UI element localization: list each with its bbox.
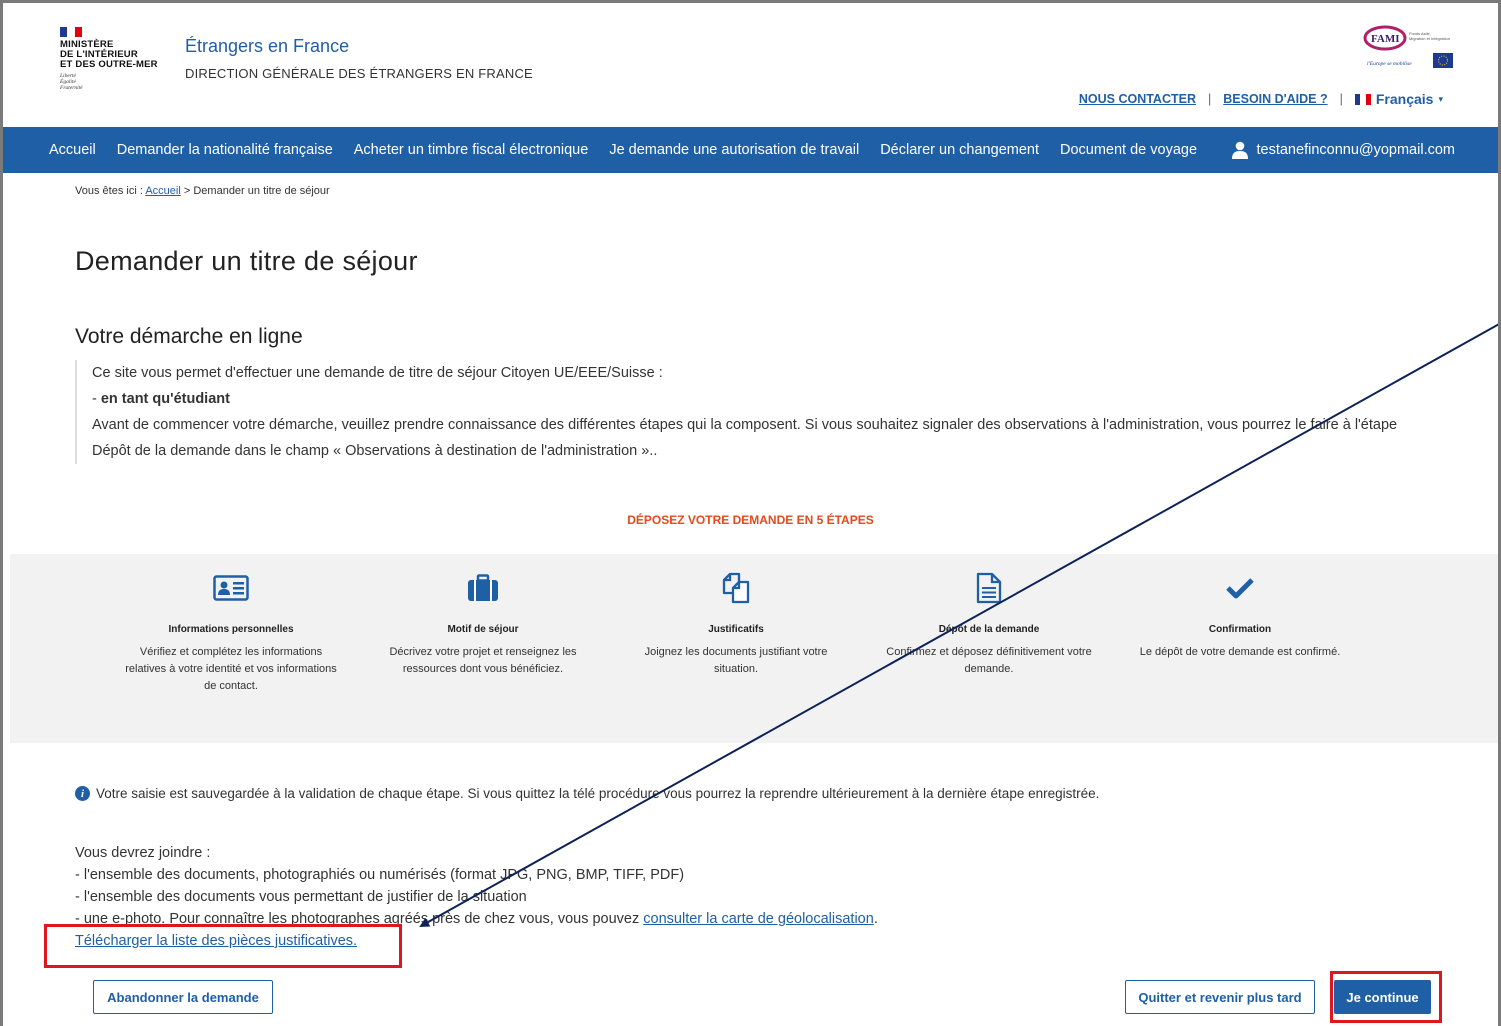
nav-item-work-permit[interactable]: Je demande une autorisation de travail bbox=[599, 142, 870, 158]
ministry-name: MINISTÈRE DE L'INTÉRIEUR ET DES OUTRE-ME… bbox=[60, 39, 158, 70]
docs-item: - l'ensemble des documents, photographié… bbox=[75, 867, 685, 883]
intro-text: Ce site vous permet d'effectuer une dema… bbox=[75, 360, 1435, 464]
highlight-box-continue-button bbox=[1330, 971, 1442, 1023]
section-title: Votre démarche en ligne bbox=[75, 325, 303, 348]
intro-profile: - en tant qu'étudiant bbox=[92, 391, 230, 407]
highlight-box-download-link bbox=[44, 924, 402, 968]
site-subtitle: DIRECTION GÉNÉRALE DES ÉTRANGERS EN FRAN… bbox=[185, 66, 533, 81]
user-email: testanefinconnu@yopmail.com bbox=[1256, 142, 1456, 158]
svg-text:Migration et Intégration: Migration et Intégration bbox=[1409, 36, 1450, 41]
step-stay-reason: Motif de séjour Décrivez votre projet et… bbox=[373, 572, 593, 678]
svg-text:l'Europe se mobilise: l'Europe se mobilise bbox=[1367, 61, 1412, 67]
main-nav: Accueil Demander la nationalité français… bbox=[0, 127, 1501, 173]
svg-text:FAMI: FAMI bbox=[1371, 33, 1400, 45]
fami-logo: FAMI Fonds Asile, Migration et Intégrati… bbox=[1363, 24, 1455, 76]
breadcrumb: Vous êtes ici : Accueil > Demander un ti… bbox=[75, 185, 330, 197]
intro-line: Ce site vous permet d'effectuer une dema… bbox=[92, 365, 663, 381]
docs-intro: Vous devrez joindre : bbox=[75, 845, 211, 861]
steps-heading: DÉPOSEZ VOTRE DEMANDE EN 5 ÉTAPES bbox=[627, 513, 874, 527]
french-flag-icon bbox=[1354, 93, 1371, 105]
user-account-menu[interactable]: testanefinconnu@yopmail.com bbox=[1231, 141, 1456, 159]
republic-motto: Liberté Égalité Fraternité bbox=[60, 73, 83, 91]
id-card-icon bbox=[121, 572, 341, 604]
quit-later-button[interactable]: Quitter et revenir plus tard bbox=[1125, 980, 1315, 1014]
user-icon bbox=[1231, 141, 1248, 159]
step-confirmation: Confirmation Le dépôt de votre demande e… bbox=[1130, 572, 1350, 661]
nav-item-travel-document[interactable]: Document de voyage bbox=[1050, 142, 1208, 158]
intro-line: Avant de commencer votre démarche, veuil… bbox=[92, 417, 1398, 459]
breadcrumb-home-link[interactable]: Accueil bbox=[145, 185, 180, 197]
info-text: Votre saisie est sauvegardée à la valida… bbox=[96, 786, 1100, 801]
nav-item-nationality[interactable]: Demander la nationalité française bbox=[106, 142, 343, 158]
suitcase-icon bbox=[373, 572, 593, 604]
help-link[interactable]: BESOIN D'AIDE ? bbox=[1223, 92, 1327, 106]
nav-item-home[interactable]: Accueil bbox=[0, 142, 106, 158]
step-personal-info: Informations personnelles Vérifiez et co… bbox=[121, 572, 341, 695]
info-notice: i Votre saisie est sauvegardée à la vali… bbox=[75, 786, 1099, 801]
breadcrumb-separator: > bbox=[183, 185, 191, 197]
contact-link[interactable]: NOUS CONTACTER bbox=[1079, 92, 1196, 106]
copy-files-icon bbox=[626, 572, 846, 604]
language-label: Français bbox=[1375, 91, 1434, 107]
docs-item: - l'ensemble des documents vous permetta… bbox=[75, 889, 527, 905]
caret-down-icon: ▾ bbox=[1438, 93, 1443, 104]
site-header: MINISTÈRE DE L'INTÉRIEUR ET DES OUTRE-ME… bbox=[0, 0, 1501, 127]
separator: | bbox=[1208, 92, 1212, 106]
breadcrumb-prefix: Vous êtes ici : bbox=[75, 185, 143, 197]
top-links: NOUS CONTACTER | BESOIN D'AIDE ? | Franç… bbox=[1079, 91, 1443, 107]
checkmark-icon bbox=[1130, 572, 1350, 604]
step-submission: Dépôt de la demande Confirmez et déposez… bbox=[879, 572, 1099, 678]
french-flag-icon bbox=[60, 27, 82, 37]
info-icon: i bbox=[75, 786, 90, 801]
steps-band: Informations personnelles Vérifiez et co… bbox=[10, 554, 1501, 743]
ministry-logo[interactable]: MINISTÈRE DE L'INTÉRIEUR ET DES OUTRE-ME… bbox=[60, 27, 170, 91]
nav-item-tax-stamp[interactable]: Acheter un timbre fiscal électronique bbox=[343, 142, 599, 158]
geolocation-map-link[interactable]: consulter la carte de géolocalisation bbox=[643, 911, 874, 927]
abandon-request-button[interactable]: Abandonner la demande bbox=[93, 980, 273, 1014]
breadcrumb-current: Demander un titre de séjour bbox=[193, 185, 330, 197]
separator: | bbox=[1339, 92, 1343, 106]
language-selector[interactable]: Français ▾ bbox=[1354, 91, 1443, 107]
page-title: Demander un titre de séjour bbox=[75, 246, 418, 276]
site-title[interactable]: Étrangers en France bbox=[185, 36, 349, 57]
nav-item-declare-change[interactable]: Déclarer un changement bbox=[870, 142, 1050, 158]
document-icon bbox=[879, 572, 1099, 604]
step-supporting-docs: Justificatifs Joignez les documents just… bbox=[626, 572, 846, 678]
